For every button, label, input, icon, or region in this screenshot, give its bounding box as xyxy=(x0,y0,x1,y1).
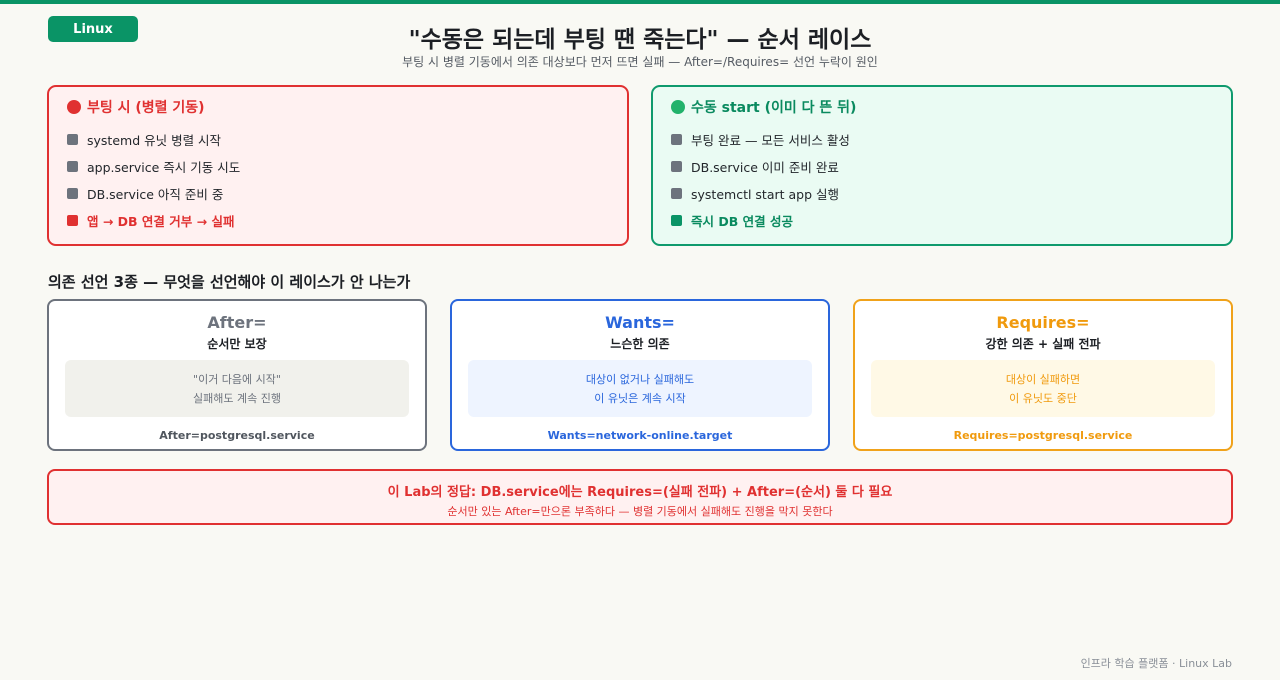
answer-sub: 순서만 있는 After=만으론 부족하다 — 병렬 기동에서 실패해도 진행을… xyxy=(447,505,833,518)
answer-main: 이 Lab의 정답: DB.service에는 Requires=(실패 전파)… xyxy=(387,485,893,500)
square-bullet-icon xyxy=(67,215,78,226)
manual-step: DB.service 이미 준비 완료 xyxy=(671,153,1213,180)
square-bullet-icon xyxy=(671,215,682,226)
square-bullet-icon xyxy=(671,134,682,145)
boot-scenario-panel: 부팅 시 (병렬 기동) systemd 유닛 병렬 시작 app.servic… xyxy=(47,85,629,246)
card-description: 순서만 보장 xyxy=(207,337,267,351)
after-directive-card: After= 순서만 보장 "이거 다음에 시작" 실패해도 계속 진행 Aft… xyxy=(47,299,427,451)
manual-scenario-panel: 수동 start (이미 다 뜬 뒤) 부팅 완료 — 모든 서비스 활성 DB… xyxy=(651,85,1233,246)
square-bullet-icon xyxy=(67,188,78,199)
page-title: "수동은 되는데 부팅 땐 죽는다" — 순서 레이스 xyxy=(408,27,872,53)
square-bullet-icon xyxy=(671,188,682,199)
requires-directive-card: Requires= 강한 의존 + 실패 전파 대상이 실패하면 이 유닛도 중… xyxy=(853,299,1233,451)
wants-directive-card: Wants= 느슨한 의존 대상이 없거나 실패해도 이 유닛은 계속 시작 W… xyxy=(450,299,830,451)
footer-credit: 인프라 학습 플랫폼 · Linux Lab xyxy=(1080,657,1232,670)
manual-step-success: 즉시 DB 연결 성공 xyxy=(671,207,1213,234)
square-bullet-icon xyxy=(67,134,78,145)
page-subtitle: 부팅 시 병렬 기동에서 의존 대상보다 먼저 뜨면 실패 — After=/R… xyxy=(402,55,878,69)
boot-step: app.service 즉시 기동 시도 xyxy=(67,153,609,180)
top-accent-bar xyxy=(0,0,1280,4)
card-explanation: 대상이 실패하면 이 유닛도 중단 xyxy=(871,360,1215,417)
card-name: Requires= xyxy=(996,313,1090,332)
answer-callout: 이 Lab의 정답: DB.service에는 Requires=(실패 전파)… xyxy=(47,469,1233,525)
card-description: 강한 의존 + 실패 전파 xyxy=(985,337,1101,351)
boot-panel-header: 부팅 시 (병렬 기동) xyxy=(67,97,609,117)
manual-panel-title: 수동 start (이미 다 뜬 뒤) xyxy=(691,100,857,116)
card-explanation: 대상이 없거나 실패해도 이 유닛은 계속 시작 xyxy=(468,360,812,417)
card-name: Wants= xyxy=(605,313,675,332)
green-circle-icon xyxy=(671,100,685,114)
manual-step: 부팅 완료 — 모든 서비스 활성 xyxy=(671,126,1213,153)
boot-step: DB.service 아직 준비 중 xyxy=(67,180,609,207)
card-example-code: After=postgresql.service xyxy=(159,429,315,442)
card-name: After= xyxy=(207,313,267,332)
boot-step-failure: 앱 → DB 연결 거부 → 실패 xyxy=(67,207,609,234)
manual-panel-header: 수동 start (이미 다 뜬 뒤) xyxy=(671,97,1213,117)
boot-panel-title: 부팅 시 (병렬 기동) xyxy=(87,100,205,116)
card-description: 느슨한 의존 xyxy=(610,337,670,351)
red-circle-icon xyxy=(67,100,81,114)
card-example-code: Requires=postgresql.service xyxy=(953,429,1133,442)
square-bullet-icon xyxy=(67,161,78,172)
card-explanation: "이거 다음에 시작" 실패해도 계속 진행 xyxy=(65,360,409,417)
boot-step: systemd 유닛 병렬 시작 xyxy=(67,126,609,153)
card-example-code: Wants=network-online.target xyxy=(547,429,733,442)
section-title: 의존 선언 3종 — 무엇을 선언해야 이 레이스가 안 나는가 xyxy=(48,273,411,291)
manual-step: systemctl start app 실행 xyxy=(671,180,1213,207)
square-bullet-icon xyxy=(671,161,682,172)
